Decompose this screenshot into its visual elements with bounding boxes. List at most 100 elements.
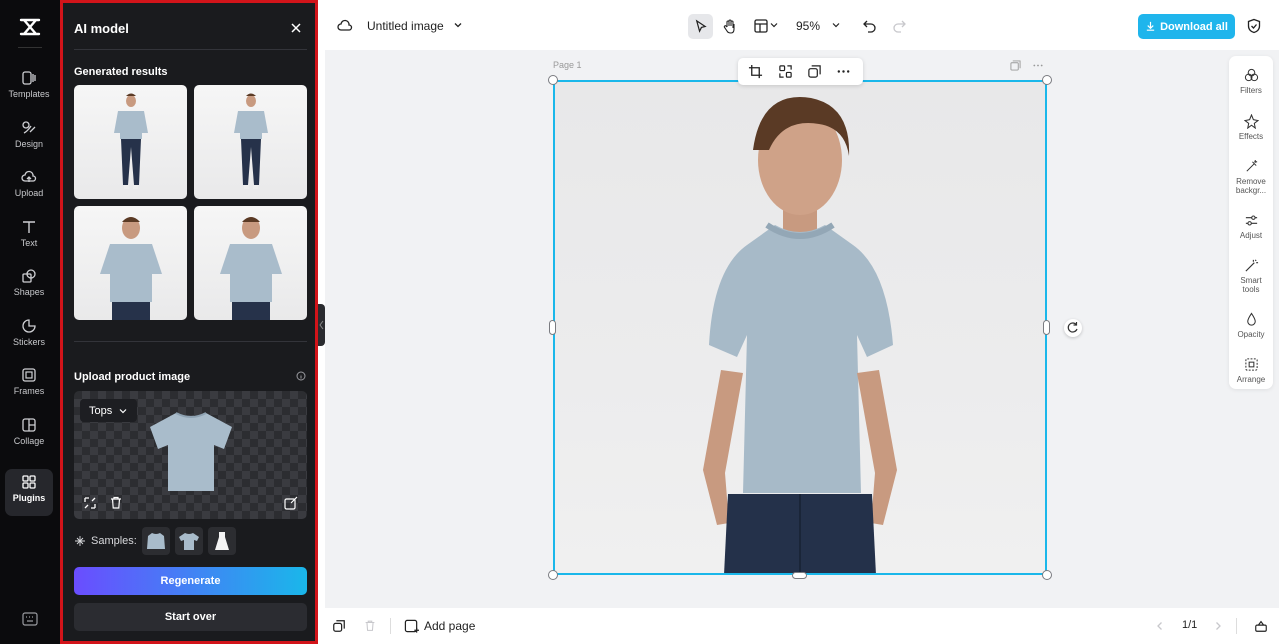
collapse-panel-handle[interactable] — [318, 304, 325, 346]
previous-page-icon[interactable] — [1154, 620, 1166, 632]
cloud-sync-icon[interactable] — [337, 18, 353, 34]
layout-icon[interactable] — [753, 18, 769, 34]
more-options-icon[interactable] — [1032, 60, 1044, 71]
arrange-icon — [1244, 358, 1258, 371]
samples-row: Samples: — [74, 527, 236, 555]
left-rail: Templates Design Upload Text Shapes Stic… — [0, 0, 60, 644]
tool-effects[interactable]: Effects — [1229, 114, 1273, 141]
zoom-level[interactable]: 95% — [796, 19, 820, 33]
resize-handle-left[interactable] — [549, 320, 556, 335]
replace-image-icon[interactable] — [82, 495, 98, 511]
chevron-down-icon[interactable] — [452, 19, 464, 31]
delete-page-icon[interactable] — [363, 619, 377, 633]
ai-model-panel: AI model Generated results Upload produc… — [60, 0, 318, 644]
product-image-dropzone[interactable]: Tops — [74, 391, 307, 519]
floating-image-toolbar — [738, 58, 863, 85]
info-icon[interactable] — [296, 371, 306, 381]
duplicate-page-icon[interactable] — [1010, 60, 1021, 71]
toolbar-divider — [1236, 618, 1237, 634]
sidebar-item-collage[interactable]: Collage — [5, 412, 53, 456]
select-tool-button[interactable] — [688, 14, 713, 39]
duplicate-icon[interactable] — [807, 64, 822, 79]
top-toolbar: Untitled image 95% Download all — [325, 0, 1279, 50]
sidebar-item-plugins[interactable]: Plugins — [5, 469, 53, 516]
duplicate-page-icon[interactable] — [332, 619, 346, 633]
resize-handle-top-left[interactable] — [548, 75, 558, 85]
sample-dress[interactable] — [207, 527, 236, 555]
undo-icon[interactable] — [862, 18, 878, 34]
sidebar-item-shapes[interactable]: Shapes — [5, 263, 53, 307]
panel-title: AI model — [74, 21, 129, 36]
replace-icon[interactable] — [778, 64, 793, 79]
dress-icon — [214, 532, 229, 550]
remove-background-icon — [1245, 159, 1257, 172]
tool-filters[interactable]: Filters — [1229, 68, 1273, 95]
keyboard-shortcuts-icon[interactable] — [22, 612, 38, 626]
sidebar-item-frames[interactable]: Frames — [5, 362, 53, 406]
sidebar-item-label: Templates — [8, 89, 50, 99]
close-icon[interactable] — [289, 21, 303, 35]
sidebar-item-upload[interactable]: Upload — [5, 164, 53, 208]
sample-tshirt[interactable] — [174, 527, 203, 555]
edit-image-icon[interactable] — [283, 495, 299, 511]
generated-result-thumbnail[interactable] — [194, 206, 307, 320]
rotate-handle[interactable] — [1064, 319, 1082, 337]
tool-label: Filters — [1240, 86, 1262, 95]
model-upper-body-image — [220, 217, 282, 320]
start-over-button[interactable]: Start over — [74, 603, 307, 631]
resize-handle-top-right[interactable] — [1042, 75, 1052, 85]
plugins-icon — [22, 475, 36, 489]
redo-icon[interactable] — [891, 18, 907, 34]
canvas-area: Page 1 Filters Effects Remove backgr... … — [325, 50, 1279, 608]
tool-opacity[interactable]: Opacity — [1229, 312, 1273, 339]
samples-label: Samples: — [91, 535, 137, 547]
resize-handle-right[interactable] — [1043, 320, 1050, 335]
trash-icon[interactable] — [108, 495, 124, 511]
sidebar-item-stickers[interactable]: Stickers — [5, 313, 53, 357]
capcut-logo-icon[interactable] — [18, 16, 42, 38]
sidebar-item-text[interactable]: Text — [5, 214, 53, 258]
sidebar-item-design[interactable]: Design — [5, 115, 53, 159]
generated-result-thumbnail[interactable] — [74, 85, 187, 199]
divider — [74, 341, 307, 342]
hand-pan-icon[interactable] — [722, 18, 738, 34]
resize-handle-bottom-left[interactable] — [548, 570, 558, 580]
resize-handle-bottom[interactable] — [792, 572, 807, 579]
tool-label: Remove backgr... — [1235, 177, 1267, 195]
selection-frame — [553, 80, 1047, 575]
expand-pages-icon[interactable] — [1254, 619, 1268, 633]
regenerate-button[interactable]: Regenerate — [74, 567, 307, 595]
generated-result-thumbnail[interactable] — [74, 206, 187, 320]
document-title[interactable]: Untitled image — [367, 19, 444, 33]
filters-icon — [1244, 68, 1258, 82]
more-options-icon[interactable] — [836, 64, 851, 79]
long-sleeve-shirt-icon — [146, 533, 165, 549]
chevron-down-icon[interactable] — [769, 20, 779, 30]
download-all-button[interactable]: Download all — [1138, 14, 1235, 39]
crop-icon[interactable] — [748, 64, 763, 79]
generated-results-heading: Generated results — [74, 66, 168, 78]
tool-remove-background[interactable]: Remove backgr... — [1229, 159, 1273, 195]
templates-icon — [22, 71, 36, 85]
tool-smart-tools[interactable]: Smart tools — [1229, 258, 1273, 294]
sidebar-item-label: Text — [20, 238, 38, 248]
tool-label: Effects — [1238, 132, 1264, 141]
add-page-button[interactable]: Add page — [404, 617, 475, 635]
sidebar-item-label: Collage — [13, 436, 45, 446]
generated-result-thumbnail[interactable] — [194, 85, 307, 199]
sample-long-sleeve-shirt[interactable] — [141, 527, 170, 555]
next-page-icon[interactable] — [1212, 620, 1224, 632]
collage-icon — [22, 418, 36, 432]
resize-handle-bottom-right[interactable] — [1042, 570, 1052, 580]
sparkle-icon — [75, 536, 85, 546]
chevron-down-icon[interactable] — [831, 20, 841, 30]
category-dropdown[interactable]: Tops — [80, 399, 138, 422]
tool-adjust[interactable]: Adjust — [1229, 213, 1273, 240]
sidebar-item-templates[interactable]: Templates — [5, 65, 53, 109]
tool-label: Smart tools — [1240, 276, 1262, 294]
smart-tools-icon — [1244, 259, 1258, 272]
text-icon — [23, 221, 35, 233]
tool-arrange[interactable]: Arrange — [1229, 357, 1273, 384]
shield-icon[interactable] — [1246, 18, 1262, 34]
download-icon — [1146, 21, 1155, 31]
